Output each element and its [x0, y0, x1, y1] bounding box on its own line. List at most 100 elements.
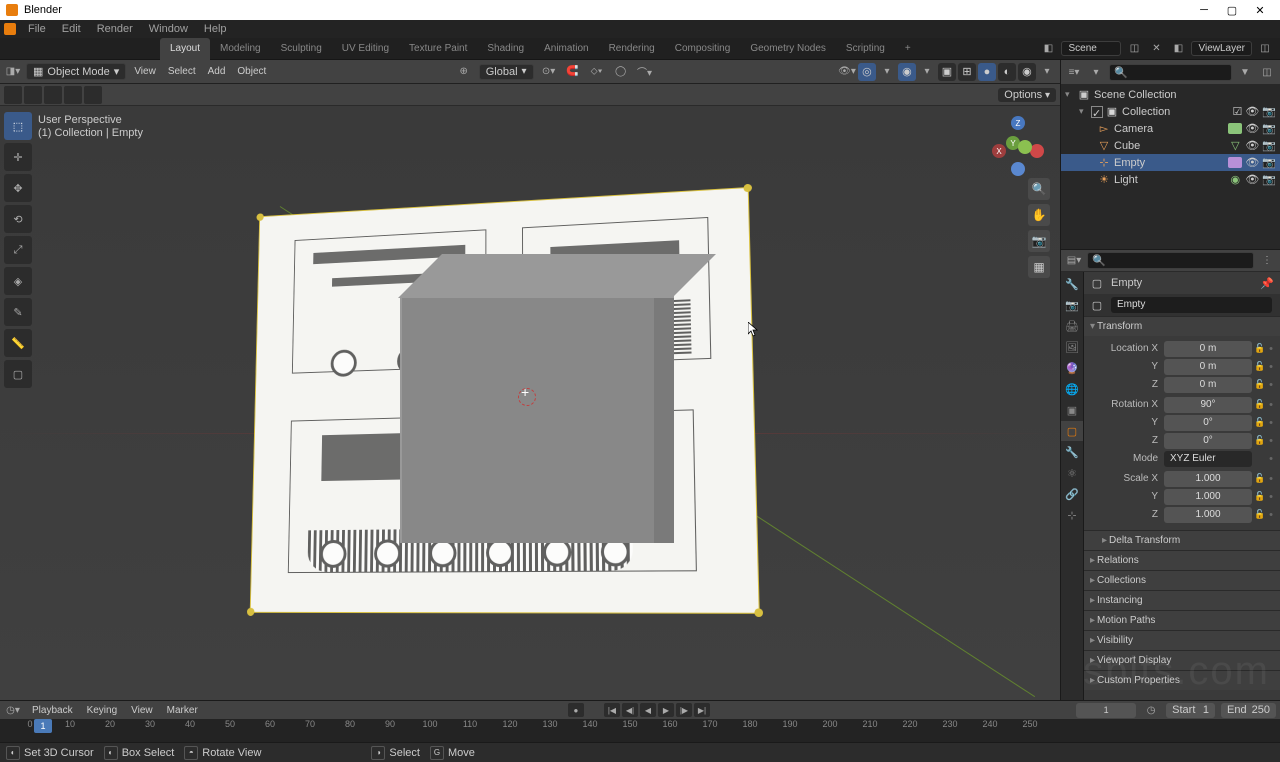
- minimize-button[interactable]: ─: [1190, 0, 1218, 20]
- viewlayer-browse-icon[interactable]: ◧: [1169, 40, 1187, 58]
- lock-icon[interactable]: 🔓: [1254, 361, 1266, 372]
- exclude-icon[interactable]: ☑: [1232, 105, 1242, 118]
- tl-marker[interactable]: Marker: [163, 705, 202, 716]
- outliner-search[interactable]: 🔍: [1109, 64, 1232, 81]
- prop-tab-object[interactable]: ▢: [1061, 421, 1083, 441]
- scene-browse-icon[interactable]: ◧: [1039, 40, 1057, 58]
- jump-start-button[interactable]: |◀: [604, 703, 620, 717]
- object-name-field[interactable]: Empty: [1111, 297, 1272, 313]
- tree-cube[interactable]: ▽ Cube ▽ 👁📷: [1061, 137, 1280, 154]
- auto-keying-button[interactable]: ●: [568, 703, 584, 717]
- snap-toggle[interactable]: 🧲: [564, 63, 582, 81]
- panel-relations[interactable]: Relations: [1084, 550, 1280, 570]
- prop-tab-modifier[interactable]: 🔧: [1061, 442, 1083, 462]
- tool-rotate[interactable]: ⟲: [4, 205, 32, 233]
- tool-move[interactable]: ✥: [4, 174, 32, 202]
- tab-modeling[interactable]: Modeling: [210, 38, 271, 60]
- prop-tab-physics[interactable]: ⚛: [1061, 463, 1083, 483]
- tab-uv-editing[interactable]: UV Editing: [332, 38, 399, 60]
- viewlayer-name-field[interactable]: ViewLayer: [1191, 41, 1252, 56]
- tool-annotate[interactable]: ✎: [4, 298, 32, 326]
- lock-icon[interactable]: 🔓: [1254, 435, 1266, 446]
- navigation-gizmo[interactable]: X Y Z: [992, 116, 1044, 168]
- preview-range-button[interactable]: ◷: [1142, 701, 1160, 719]
- lock-icon[interactable]: 🔓: [1254, 399, 1266, 410]
- select-mode-4[interactable]: [64, 86, 82, 104]
- maximize-button[interactable]: ▢: [1218, 0, 1246, 20]
- render-icon[interactable]: 📷: [1262, 156, 1276, 169]
- pivot-dropdown[interactable]: ⊙▾: [540, 63, 558, 81]
- visibility-dropdown[interactable]: 👁▾: [838, 63, 856, 81]
- outliner-filter[interactable]: ▼: [1236, 63, 1254, 81]
- rotation-y-field[interactable]: 0°: [1164, 415, 1252, 431]
- jump-end-button[interactable]: ▶|: [694, 703, 710, 717]
- current-frame-field[interactable]: 1: [1076, 703, 1136, 718]
- lock-icon[interactable]: 🔓: [1254, 491, 1266, 502]
- jump-prev-keyframe-button[interactable]: ◀|: [622, 703, 638, 717]
- tl-view[interactable]: View: [127, 705, 157, 716]
- add-workspace-button[interactable]: +: [895, 38, 921, 60]
- location-x-field[interactable]: 0 m: [1164, 341, 1252, 357]
- outliner-editor-type[interactable]: ≡▾: [1065, 63, 1083, 81]
- gizmo-toggle[interactable]: ◎: [858, 63, 876, 81]
- panel-motion-paths[interactable]: Motion Paths: [1084, 610, 1280, 630]
- proportional-dropdown[interactable]: ⌒▾: [636, 63, 654, 81]
- select-mode-5[interactable]: [84, 86, 102, 104]
- menu-help[interactable]: Help: [196, 20, 235, 38]
- pin-icon[interactable]: 📌: [1260, 277, 1274, 290]
- properties-search[interactable]: 🔍: [1087, 252, 1254, 269]
- panel-collections[interactable]: Collections: [1084, 570, 1280, 590]
- gizmo-dropdown[interactable]: ▾: [878, 63, 896, 81]
- mode-dropdown[interactable]: ▦ Object Mode ▾: [26, 63, 126, 80]
- vp-menu-view[interactable]: View: [130, 66, 160, 77]
- jump-next-keyframe-button[interactable]: |▶: [676, 703, 692, 717]
- tool-select-box[interactable]: ⬚: [4, 112, 32, 140]
- rotation-x-field[interactable]: 90°: [1164, 397, 1252, 413]
- panel-visibility[interactable]: Visibility: [1084, 630, 1280, 650]
- overlay-toggle[interactable]: ◉: [898, 63, 916, 81]
- scene-new-button[interactable]: ◫: [1125, 40, 1143, 58]
- location-z-field[interactable]: 0 m: [1164, 377, 1252, 393]
- tree-camera[interactable]: ▻ Camera 👁📷: [1061, 120, 1280, 137]
- outliner-display-mode[interactable]: ▾: [1087, 63, 1105, 81]
- orientation-dropdown[interactable]: Global ▾: [479, 64, 534, 80]
- editor-type-button[interactable]: ◨▾: [4, 63, 22, 81]
- lock-icon[interactable]: 🔓: [1254, 509, 1266, 520]
- prop-tab-tool[interactable]: 🔧: [1061, 274, 1083, 294]
- eye-icon[interactable]: 👁: [1245, 122, 1259, 135]
- close-button[interactable]: ✕: [1246, 0, 1274, 20]
- tab-rendering[interactable]: Rendering: [599, 38, 665, 60]
- render-icon[interactable]: 📷: [1262, 139, 1276, 152]
- render-icon[interactable]: 📷: [1262, 105, 1276, 118]
- end-frame-field[interactable]: End 250: [1221, 703, 1276, 718]
- panel-instancing[interactable]: Instancing: [1084, 590, 1280, 610]
- menu-render[interactable]: Render: [89, 20, 141, 38]
- rotation-mode-dropdown[interactable]: XYZ Euler: [1164, 451, 1252, 467]
- prop-tab-constraint[interactable]: 🔗: [1061, 484, 1083, 504]
- camera-view-icon[interactable]: 📷: [1028, 230, 1050, 252]
- cube-object[interactable]: [400, 296, 674, 543]
- playhead[interactable]: 1: [34, 719, 52, 733]
- select-mode-3[interactable]: [44, 86, 62, 104]
- scale-x-field[interactable]: 1.000: [1164, 471, 1252, 487]
- location-y-field[interactable]: 0 m: [1164, 359, 1252, 375]
- start-frame-field[interactable]: Start 1: [1166, 703, 1215, 718]
- proportional-toggle[interactable]: ◯: [612, 63, 630, 81]
- viewlayer-new-button[interactable]: ◫: [1256, 40, 1274, 58]
- timeline-ruler[interactable]: 1 01020304050607080901001101201301401501…: [0, 719, 1280, 742]
- panel-transform[interactable]: Transform: [1084, 316, 1280, 336]
- tool-add-cube[interactable]: ▢: [4, 360, 32, 388]
- tab-compositing[interactable]: Compositing: [665, 38, 741, 60]
- vp-menu-add[interactable]: Add: [204, 66, 230, 77]
- tab-sculpting[interactable]: Sculpting: [271, 38, 332, 60]
- lock-icon[interactable]: 🔓: [1254, 417, 1266, 428]
- shading-rendered[interactable]: ◉: [1018, 63, 1036, 81]
- tab-geometry-nodes[interactable]: Geometry Nodes: [740, 38, 836, 60]
- tree-scene-collection[interactable]: ▾▣ Scene Collection: [1061, 86, 1280, 103]
- shading-material[interactable]: ◐: [998, 63, 1016, 81]
- tab-shading[interactable]: Shading: [477, 38, 534, 60]
- lock-icon[interactable]: 🔓: [1254, 343, 1266, 354]
- prop-tab-viewlayer[interactable]: 🖼: [1061, 337, 1083, 357]
- overlay-dropdown[interactable]: ▾: [918, 63, 936, 81]
- checkbox-icon[interactable]: ✓: [1091, 106, 1103, 118]
